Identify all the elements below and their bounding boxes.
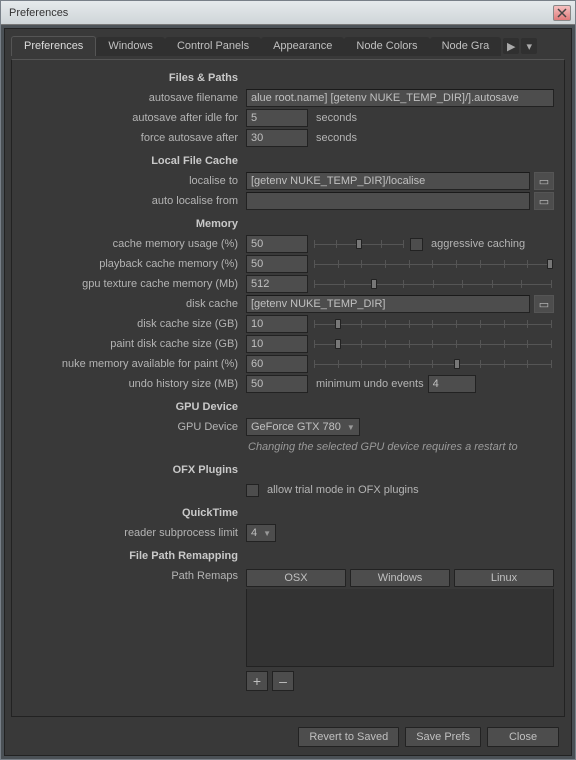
section-local-cache: Local File Cache bbox=[16, 155, 246, 167]
tab-scroll-right-button[interactable]: ▶ bbox=[503, 38, 519, 54]
min-undo-input[interactable] bbox=[428, 375, 476, 393]
unit-seconds-2: seconds bbox=[312, 132, 357, 144]
section-memory: Memory bbox=[16, 218, 246, 230]
close-button[interactable]: Close bbox=[487, 727, 559, 747]
window-title: Preferences bbox=[9, 7, 68, 19]
playback-cache-slider[interactable] bbox=[314, 257, 552, 271]
disk-cache-input[interactable] bbox=[246, 295, 530, 313]
tab-windows[interactable]: Windows bbox=[96, 37, 165, 56]
tab-node-graph[interactable]: Node Gra bbox=[430, 37, 502, 56]
nuke-mem-paint-input[interactable] bbox=[246, 355, 308, 373]
remap-add-button[interactable]: + bbox=[246, 671, 268, 691]
chevron-down-icon: ▼ bbox=[263, 529, 271, 538]
label-aggressive: aggressive caching bbox=[427, 238, 525, 250]
disk-cache-size-slider[interactable] bbox=[314, 317, 552, 331]
tab-preferences[interactable]: Preferences bbox=[11, 36, 96, 56]
undo-history-input[interactable] bbox=[246, 375, 308, 393]
label-gpu-tex: gpu texture cache memory (Mb) bbox=[16, 278, 246, 290]
revert-button[interactable]: Revert to Saved bbox=[298, 727, 399, 747]
gpu-tex-input[interactable] bbox=[246, 275, 308, 293]
label-localise-to: localise to bbox=[16, 175, 246, 187]
folder-icon: ▭ bbox=[539, 195, 549, 208]
label-force-autosave: force autosave after bbox=[16, 132, 246, 144]
label-reader-sub: reader subprocess limit bbox=[16, 527, 246, 539]
gpu-device-value: GeForce GTX 780 bbox=[251, 421, 341, 433]
gpu-device-dropdown[interactable]: GeForce GTX 780 ▼ bbox=[246, 418, 360, 436]
label-disk-cache: disk cache bbox=[16, 298, 246, 310]
label-undo-history: undo history size (MB) bbox=[16, 378, 246, 390]
section-quicktime: QuickTime bbox=[16, 507, 246, 519]
reader-sub-value: 4 bbox=[251, 527, 257, 539]
remap-tab-osx[interactable]: OSX bbox=[246, 569, 346, 587]
remap-remove-button[interactable]: – bbox=[272, 671, 294, 691]
label-path-remaps: Path Remaps bbox=[16, 567, 246, 582]
save-prefs-button[interactable]: Save Prefs bbox=[405, 727, 481, 747]
label-autosave-idle: autosave after idle for bbox=[16, 112, 246, 124]
paint-disk-cache-slider[interactable] bbox=[314, 337, 552, 351]
auto-localise-from-input[interactable] bbox=[246, 192, 530, 210]
disk-cache-browse-button[interactable]: ▭ bbox=[534, 295, 554, 313]
paint-disk-cache-input[interactable] bbox=[246, 335, 308, 353]
label-auto-localise-from: auto localise from bbox=[16, 195, 246, 207]
label-cache-mem: cache memory usage (%) bbox=[16, 238, 246, 250]
gpu-hint: Changing the selected GPU device require… bbox=[246, 441, 518, 453]
disk-cache-size-input[interactable] bbox=[246, 315, 308, 333]
remap-tab-linux[interactable]: Linux bbox=[454, 569, 554, 587]
remap-tab-windows[interactable]: Windows bbox=[350, 569, 450, 587]
autosave-filename-input[interactable] bbox=[246, 89, 554, 107]
section-files-paths: Files & Paths bbox=[16, 72, 246, 84]
window-close-button[interactable] bbox=[553, 5, 571, 21]
force-autosave-input[interactable] bbox=[246, 129, 308, 147]
allow-trial-checkbox[interactable] bbox=[246, 484, 259, 497]
localise-to-browse-button[interactable]: ▭ bbox=[534, 172, 554, 190]
localise-to-input[interactable] bbox=[246, 172, 530, 190]
tab-appearance[interactable]: Appearance bbox=[261, 37, 344, 56]
label-paint-disk-cache: paint disk cache size (GB) bbox=[16, 338, 246, 350]
tab-node-colors[interactable]: Node Colors bbox=[344, 37, 429, 56]
reader-sub-dropdown[interactable]: 4 ▼ bbox=[246, 524, 276, 542]
folder-icon: ▭ bbox=[539, 175, 549, 188]
label-autosave-filename: autosave filename bbox=[16, 92, 246, 104]
cache-mem-slider[interactable] bbox=[314, 237, 404, 251]
label-allow-trial: allow trial mode in OFX plugins bbox=[263, 484, 419, 496]
label-playback-cache: playback cache memory (%) bbox=[16, 258, 246, 270]
label-disk-cache-size: disk cache size (GB) bbox=[16, 318, 246, 330]
section-gpu: GPU Device bbox=[16, 401, 246, 413]
label-gpu-device: GPU Device bbox=[16, 421, 246, 433]
folder-icon: ▭ bbox=[539, 298, 549, 311]
gpu-tex-slider[interactable] bbox=[314, 277, 552, 291]
unit-seconds-1: seconds bbox=[312, 112, 357, 124]
aggressive-caching-checkbox[interactable] bbox=[410, 238, 423, 251]
chevron-down-icon: ▼ bbox=[347, 423, 355, 432]
nuke-mem-paint-slider[interactable] bbox=[314, 357, 552, 371]
section-remap: File Path Remapping bbox=[16, 550, 246, 562]
tab-menu-button[interactable]: ▾ bbox=[521, 38, 537, 54]
playback-cache-input[interactable] bbox=[246, 255, 308, 273]
cache-mem-input[interactable] bbox=[246, 235, 308, 253]
label-min-undo: minimum undo events bbox=[312, 378, 424, 390]
tab-control-panels[interactable]: Control Panels bbox=[165, 37, 261, 56]
remap-list[interactable] bbox=[246, 589, 554, 667]
section-ofx: OFX Plugins bbox=[16, 464, 246, 476]
label-nuke-mem-paint: nuke memory available for paint (%) bbox=[16, 358, 246, 370]
autosave-idle-input[interactable] bbox=[246, 109, 308, 127]
auto-localise-browse-button[interactable]: ▭ bbox=[534, 192, 554, 210]
